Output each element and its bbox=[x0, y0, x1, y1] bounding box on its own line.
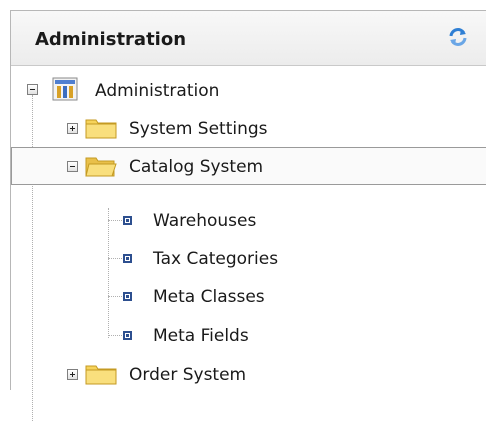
folder-icon bbox=[85, 117, 117, 139]
panel-title: Administration bbox=[35, 29, 187, 50]
administration-panel: Administration Administration System Set… bbox=[10, 10, 486, 421]
folder-icon bbox=[85, 363, 117, 385]
tree-node-label: Order System bbox=[129, 365, 247, 385]
expand-icon[interactable] bbox=[67, 369, 78, 380]
tree-node-warehouses[interactable]: Warehouses bbox=[11, 201, 486, 239]
tree-node-administration[interactable]: Administration bbox=[11, 71, 486, 109]
tree-node-label: System Settings bbox=[129, 119, 268, 139]
tree-node-label: Administration bbox=[95, 81, 220, 101]
panel-header: Administration bbox=[11, 11, 486, 66]
tree-node-label: Warehouses bbox=[153, 211, 257, 231]
collapse-icon[interactable] bbox=[67, 161, 78, 172]
tree-node-label: Catalog System bbox=[129, 157, 264, 177]
tree-node-catalog-system[interactable]: Catalog System bbox=[11, 147, 486, 185]
tree-node-meta-fields[interactable]: Meta Fields bbox=[11, 316, 486, 354]
leaf-node-icon bbox=[123, 216, 132, 225]
expand-icon[interactable] bbox=[67, 123, 78, 134]
tree-node-label: Meta Fields bbox=[153, 326, 249, 346]
leaf-node-icon bbox=[123, 292, 132, 301]
admin-tree: Administration System Settings Catalog S… bbox=[11, 65, 486, 421]
tree-node-order-system[interactable]: Order System bbox=[11, 355, 486, 393]
admin-tools-icon bbox=[51, 75, 79, 103]
tree-node-label: Tax Categories bbox=[153, 249, 279, 269]
tree-node-meta-classes[interactable]: Meta Classes bbox=[11, 277, 486, 315]
tree-node-system-settings[interactable]: System Settings bbox=[11, 109, 486, 147]
leaf-node-icon bbox=[123, 254, 132, 263]
tree-node-label: Meta Classes bbox=[153, 287, 265, 307]
tree-node-tax-categories[interactable]: Tax Categories bbox=[11, 239, 486, 277]
refresh-icon[interactable] bbox=[446, 25, 470, 49]
collapse-icon[interactable] bbox=[27, 84, 38, 95]
leaf-node-icon bbox=[123, 331, 132, 340]
folder-open-icon bbox=[85, 155, 117, 177]
